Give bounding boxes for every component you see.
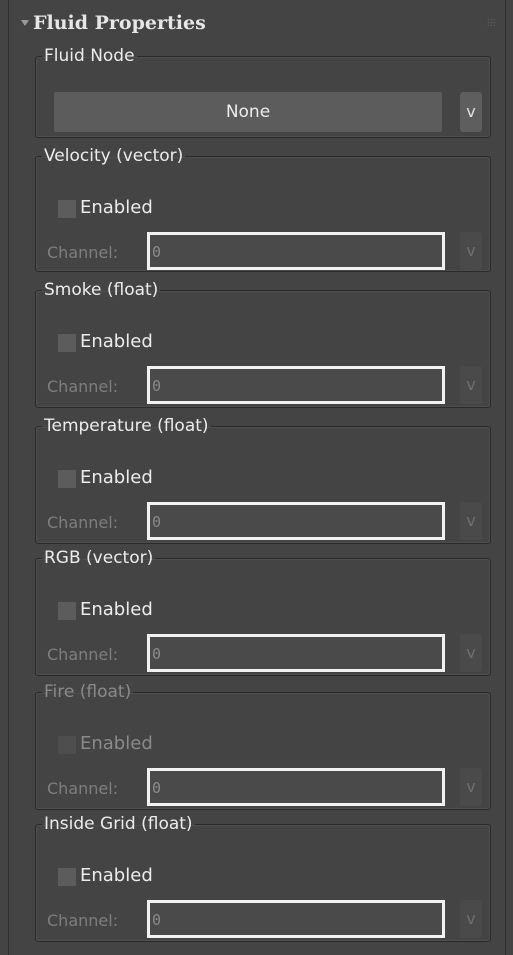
velocity-group: Velocity (vector) Enabled Channel: 0 v xyxy=(35,146,491,272)
inside-grid-group: Inside Grid (float) Enabled Channel: 0 v xyxy=(35,814,491,942)
enabled-label: Enabled xyxy=(80,599,153,620)
channel-label: Channel: xyxy=(47,779,119,798)
channel-dropdown-button[interactable]: v xyxy=(460,366,482,404)
group-legend: Smoke (float) xyxy=(44,280,159,300)
rollout-title: Fluid Properties xyxy=(33,12,206,34)
group-legend: Temperature (float) xyxy=(44,416,209,436)
channel-dropdown-button[interactable]: v xyxy=(460,502,482,540)
fluid-node-pick-button[interactable]: None xyxy=(54,92,442,132)
fluid-properties-panel: Fluid Properties Fluid Node None v Veloc… xyxy=(8,0,506,955)
enabled-checkbox[interactable] xyxy=(58,868,76,886)
channel-label: Channel: xyxy=(47,645,119,664)
enabled-label: Enabled xyxy=(80,197,153,218)
channel-label: Channel: xyxy=(47,377,119,396)
enabled-label: Enabled xyxy=(80,733,153,754)
enabled-checkbox[interactable] xyxy=(58,334,76,352)
channel-dropdown-button[interactable]: v xyxy=(460,900,482,938)
group-legend: Fire (float) xyxy=(44,682,132,702)
channel-input[interactable]: 0 xyxy=(147,634,445,672)
channel-input[interactable]: 0 xyxy=(147,366,445,404)
enabled-label: Enabled xyxy=(80,467,153,488)
channel-label: Channel: xyxy=(47,513,119,532)
channel-input[interactable]: 0 xyxy=(147,768,445,806)
enabled-label: Enabled xyxy=(80,331,153,352)
collapse-arrow-icon[interactable] xyxy=(21,20,29,26)
rgb-group: RGB (vector) Enabled Channel: 0 v xyxy=(35,548,491,676)
channel-input[interactable]: 0 xyxy=(147,232,445,270)
channel-dropdown-button[interactable]: v xyxy=(460,232,482,270)
grip-icon[interactable] xyxy=(487,18,495,26)
fluid-node-legend: Fluid Node xyxy=(44,46,135,66)
rollout-header[interactable]: Fluid Properties xyxy=(9,6,505,50)
fire-group: Fire (float) Enabled Channel: 0 v xyxy=(35,682,491,810)
fluid-node-dropdown-button[interactable]: v xyxy=(460,92,482,132)
channel-dropdown-button[interactable]: v xyxy=(460,768,482,806)
fluid-node-group: Fluid Node None v xyxy=(35,46,491,138)
channel-label: Channel: xyxy=(47,243,119,262)
enabled-checkbox[interactable] xyxy=(58,200,76,218)
enabled-label: Enabled xyxy=(80,865,153,886)
group-legend: RGB (vector) xyxy=(44,548,154,568)
temperature-group: Temperature (float) Enabled Channel: 0 v xyxy=(35,416,491,544)
channel-dropdown-button[interactable]: v xyxy=(460,634,482,672)
smoke-group: Smoke (float) Enabled Channel: 0 v xyxy=(35,280,491,408)
channel-input[interactable]: 0 xyxy=(147,900,445,938)
channel-input[interactable]: 0 xyxy=(147,502,445,540)
enabled-checkbox[interactable] xyxy=(58,602,76,620)
enabled-checkbox xyxy=(58,736,76,754)
group-legend: Velocity (vector) xyxy=(44,146,184,166)
group-legend: Inside Grid (float) xyxy=(44,814,193,834)
channel-label: Channel: xyxy=(47,911,119,930)
enabled-checkbox[interactable] xyxy=(58,470,76,488)
